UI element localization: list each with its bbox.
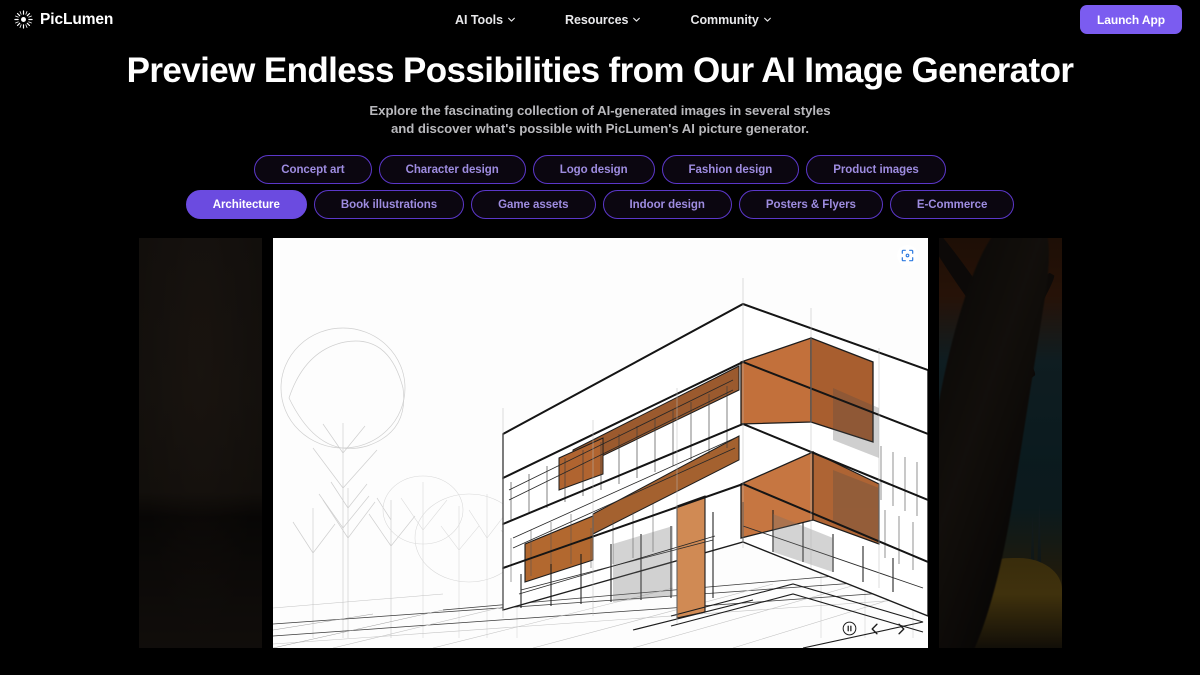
page-root: PicLumen AI Tools Resources Community La… [0, 0, 1200, 675]
carousel-controls [842, 621, 909, 636]
main-nav: AI Tools Resources Community [455, 13, 772, 27]
architectural-sketch-image [272, 238, 928, 648]
nav-item-label: AI Tools [455, 12, 503, 27]
category-chip-game-assets[interactable]: Game assets [471, 190, 596, 219]
nav-item-community[interactable]: Community [690, 13, 771, 27]
site-header: PicLumen AI Tools Resources Community La… [0, 0, 1200, 39]
image-carousel [0, 238, 1200, 648]
category-chip-concept-art[interactable]: Concept art [254, 155, 372, 184]
category-chip-indoor-design[interactable]: Indoor design [602, 190, 732, 219]
nav-item-resources[interactable]: Resources [565, 13, 641, 27]
category-chip-ecommerce[interactable]: E-Commerce [889, 190, 1015, 219]
expand-scan-icon-button[interactable] [896, 245, 918, 266]
chevron-right-icon [898, 623, 905, 634]
carousel-slide-active[interactable] [272, 238, 928, 648]
category-chip-character-design[interactable]: Character design [378, 155, 526, 184]
brand-logo[interactable]: PicLumen [14, 10, 113, 29]
pause-button[interactable] [842, 621, 857, 636]
chevron-left-icon [871, 623, 878, 634]
page-subtitle: Explore the fascinating collection of AI… [0, 102, 1200, 138]
sunburst-logo-icon [14, 10, 33, 29]
nav-item-ai-tools[interactable]: AI Tools [455, 13, 516, 27]
category-chip-product-images[interactable]: Product images [806, 155, 946, 184]
slide-dim-overlay [938, 238, 1062, 648]
chevron-down-icon [508, 17, 515, 22]
carousel-slide-previous[interactable] [138, 238, 262, 648]
chevron-down-icon [633, 17, 641, 22]
expand-scan-icon [901, 249, 913, 262]
category-chip-fashion-design[interactable]: Fashion design [661, 155, 800, 184]
category-row-2: Architecture Book illustrations Game ass… [185, 190, 1015, 219]
category-row-1: Concept art Character design Logo design… [254, 155, 946, 184]
page-title: Preview Endless Possibilities from Our A… [126, 51, 1074, 90]
chevron-down-icon [763, 17, 771, 22]
category-chip-architecture[interactable]: Architecture [185, 190, 307, 219]
nav-item-label: Resources [564, 12, 629, 27]
nav-item-label: Community [690, 12, 759, 27]
launch-app-button[interactable]: Launch App [1080, 5, 1182, 34]
pause-circle-icon [842, 621, 856, 636]
category-chip-posters-flyers[interactable]: Posters & Flyers [738, 190, 883, 219]
subtitle-line-1: Explore the fascinating collection of AI… [369, 103, 831, 118]
next-slide-button[interactable] [894, 621, 909, 636]
carousel-slide-next[interactable] [938, 238, 1062, 648]
category-chip-logo-design[interactable]: Logo design [532, 155, 655, 184]
category-chip-book-illustrations[interactable]: Book illustrations [313, 190, 465, 219]
brand-name: PicLumen [40, 10, 114, 28]
previous-slide-button[interactable] [868, 621, 883, 636]
subtitle-line-2: and discover what's possible with PicLum… [391, 121, 809, 136]
slide-dim-overlay [138, 238, 262, 648]
category-filter-group: Concept art Character design Logo design… [0, 155, 1200, 219]
